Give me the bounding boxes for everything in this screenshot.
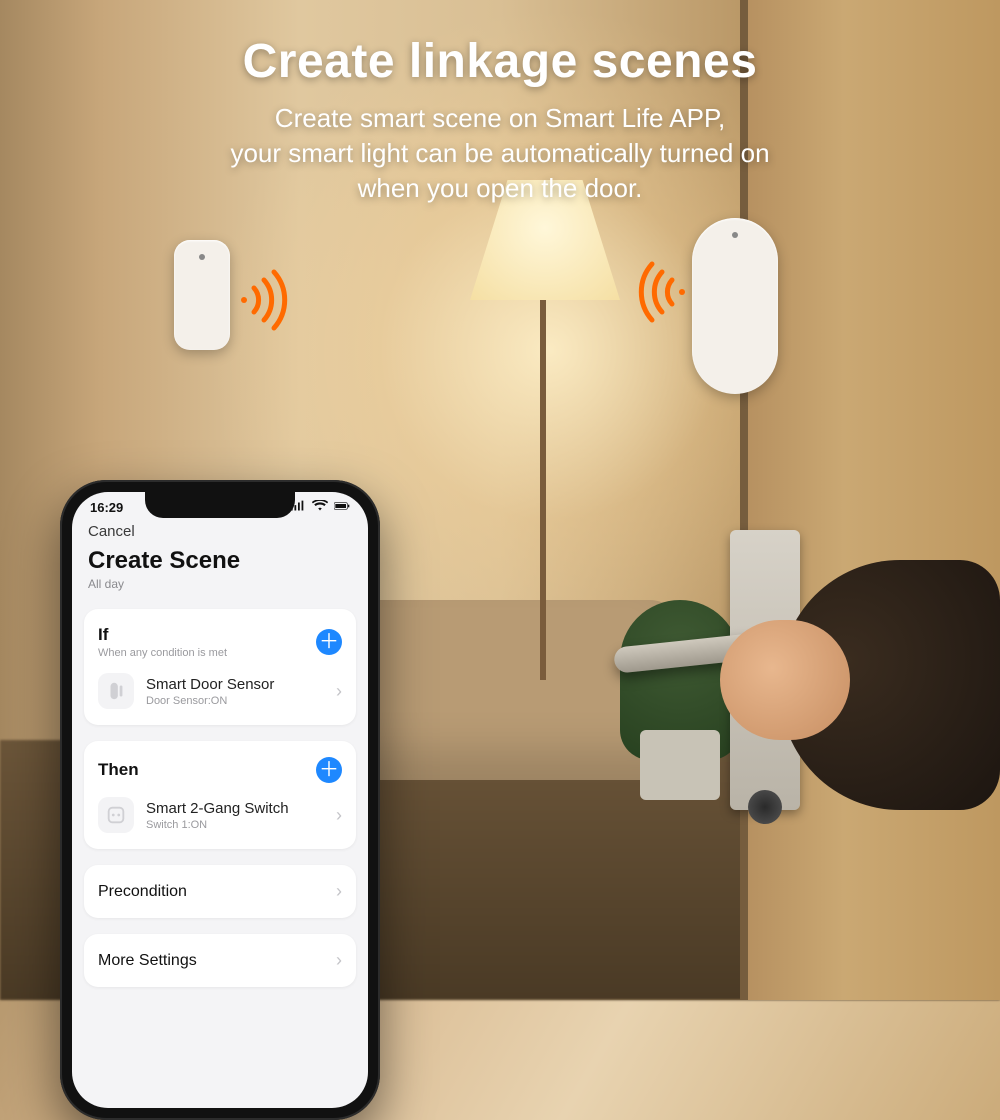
signal-waves-icon (628, 260, 692, 329)
status-time: 16:29 (90, 500, 123, 515)
signal-waves-icon (234, 268, 298, 337)
plus-icon: ＋ (319, 632, 339, 652)
then-label: Then (98, 760, 139, 780)
lamp-pole (540, 260, 546, 680)
precondition-row[interactable]: Precondition › (84, 865, 356, 918)
more-settings-label: More Settings (98, 952, 197, 970)
page-subtitle: All day (88, 577, 352, 591)
phone-screen: 16:29 Cancel Create Scene All day If Whe… (72, 492, 368, 1108)
condition-row[interactable]: Smart Door Sensor Door Sensor:ON › (84, 661, 356, 721)
action-row[interactable]: Smart 2-Gang Switch Switch 1:ON › (84, 785, 356, 845)
phone-frame: 16:29 Cancel Create Scene All day If Whe… (60, 480, 380, 1120)
door-sensor-main (692, 218, 778, 394)
hand (720, 620, 850, 740)
nav-row: Cancel (72, 517, 368, 543)
wifi-icon (312, 500, 328, 515)
condition-detail: Door Sensor:ON (146, 695, 324, 707)
door-keyhole (748, 790, 782, 824)
headline-line2: your smart light can be automatically tu… (230, 138, 769, 168)
more-settings-row[interactable]: More Settings › (84, 934, 356, 987)
headline-title: Create linkage scenes (0, 34, 1000, 89)
if-hint: When any condition is met (98, 647, 227, 659)
precondition-label: Precondition (98, 883, 187, 901)
phone-notch (145, 492, 295, 518)
add-action-button[interactable]: ＋ (316, 757, 342, 783)
page-title-block: Create Scene All day (72, 543, 368, 601)
chevron-right-icon: › (336, 881, 342, 902)
chevron-right-icon: › (336, 681, 342, 702)
if-card: If When any condition is met ＋ Smart Doo… (84, 609, 356, 725)
headline-line3: when you open the door. (358, 173, 643, 203)
then-card: Then ＋ Smart 2-Gang Switch Switch 1:ON › (84, 741, 356, 849)
headline-line1: Create smart scene on Smart Life APP, (275, 103, 725, 133)
action-name: Smart 2-Gang Switch (146, 800, 324, 817)
plus-icon: ＋ (319, 760, 339, 780)
action-detail: Switch 1:ON (146, 819, 324, 831)
add-condition-button[interactable]: ＋ (316, 629, 342, 655)
door-sensor-magnet (174, 240, 230, 350)
switch-icon (98, 797, 134, 833)
door-sensor-icon (98, 673, 134, 709)
chevron-right-icon: › (336, 805, 342, 826)
marketing-headline: Create linkage scenes Create smart scene… (0, 34, 1000, 206)
page-title: Create Scene (88, 547, 352, 575)
cancel-button[interactable]: Cancel (88, 523, 135, 540)
if-label: If (98, 625, 227, 645)
chevron-right-icon: › (336, 950, 342, 971)
battery-icon (334, 500, 350, 515)
condition-name: Smart Door Sensor (146, 676, 324, 693)
plant-pot (640, 730, 720, 800)
